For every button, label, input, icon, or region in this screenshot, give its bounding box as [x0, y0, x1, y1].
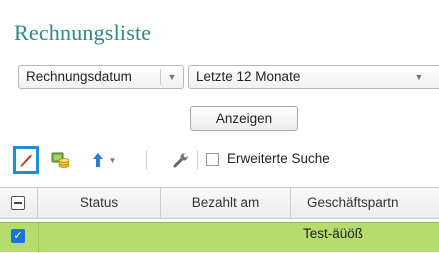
column-header-partner[interactable]: Geschäftspartn [291, 188, 439, 218]
cell-divider [38, 223, 39, 253]
pencil-icon [20, 154, 33, 167]
table-row[interactable]: ✓ Test-äüöß [0, 222, 439, 253]
date-field-select[interactable]: Rechnungsdatum ▼ [18, 65, 184, 89]
upload-dropdown-button[interactable]: ▼ [87, 148, 121, 172]
column-header-paid-on[interactable]: Bezahlt am [161, 188, 291, 218]
column-header-status[interactable]: Status [38, 188, 161, 218]
edit-button[interactable] [13, 146, 39, 174]
select-divider [160, 69, 161, 85]
payment-button[interactable] [49, 148, 73, 172]
advanced-search-checkbox[interactable] [206, 153, 219, 166]
upload-arrow-icon [92, 153, 103, 167]
toolbar-divider [197, 151, 198, 169]
settings-button[interactable] [169, 148, 193, 172]
date-field-value: Rechnungsdatum [26, 69, 132, 84]
wrench-icon [173, 153, 188, 168]
minus-square-icon [11, 196, 25, 210]
chevron-down-icon: ▼ [414, 72, 424, 82]
cell-partner: Test-äüöß [303, 226, 364, 241]
period-value: Letzte 12 Monate [196, 69, 301, 84]
collapse-all-button[interactable] [0, 188, 38, 218]
table-header: Status Bezahlt am Geschäftspartn [0, 187, 439, 219]
chevron-down-icon: ▼ [108, 155, 117, 165]
coins-icon [51, 152, 70, 168]
period-select[interactable]: Letzte 12 Monate ▼ [188, 65, 439, 89]
page-title: Rechnungsliste [14, 20, 152, 45]
chevron-down-icon: ▼ [167, 72, 177, 82]
show-button[interactable]: Anzeigen [190, 106, 298, 131]
row-checkbox[interactable]: ✓ [11, 229, 25, 243]
toolbar-divider [146, 151, 147, 169]
advanced-search-label[interactable]: Erweiterte Suche [227, 151, 330, 166]
